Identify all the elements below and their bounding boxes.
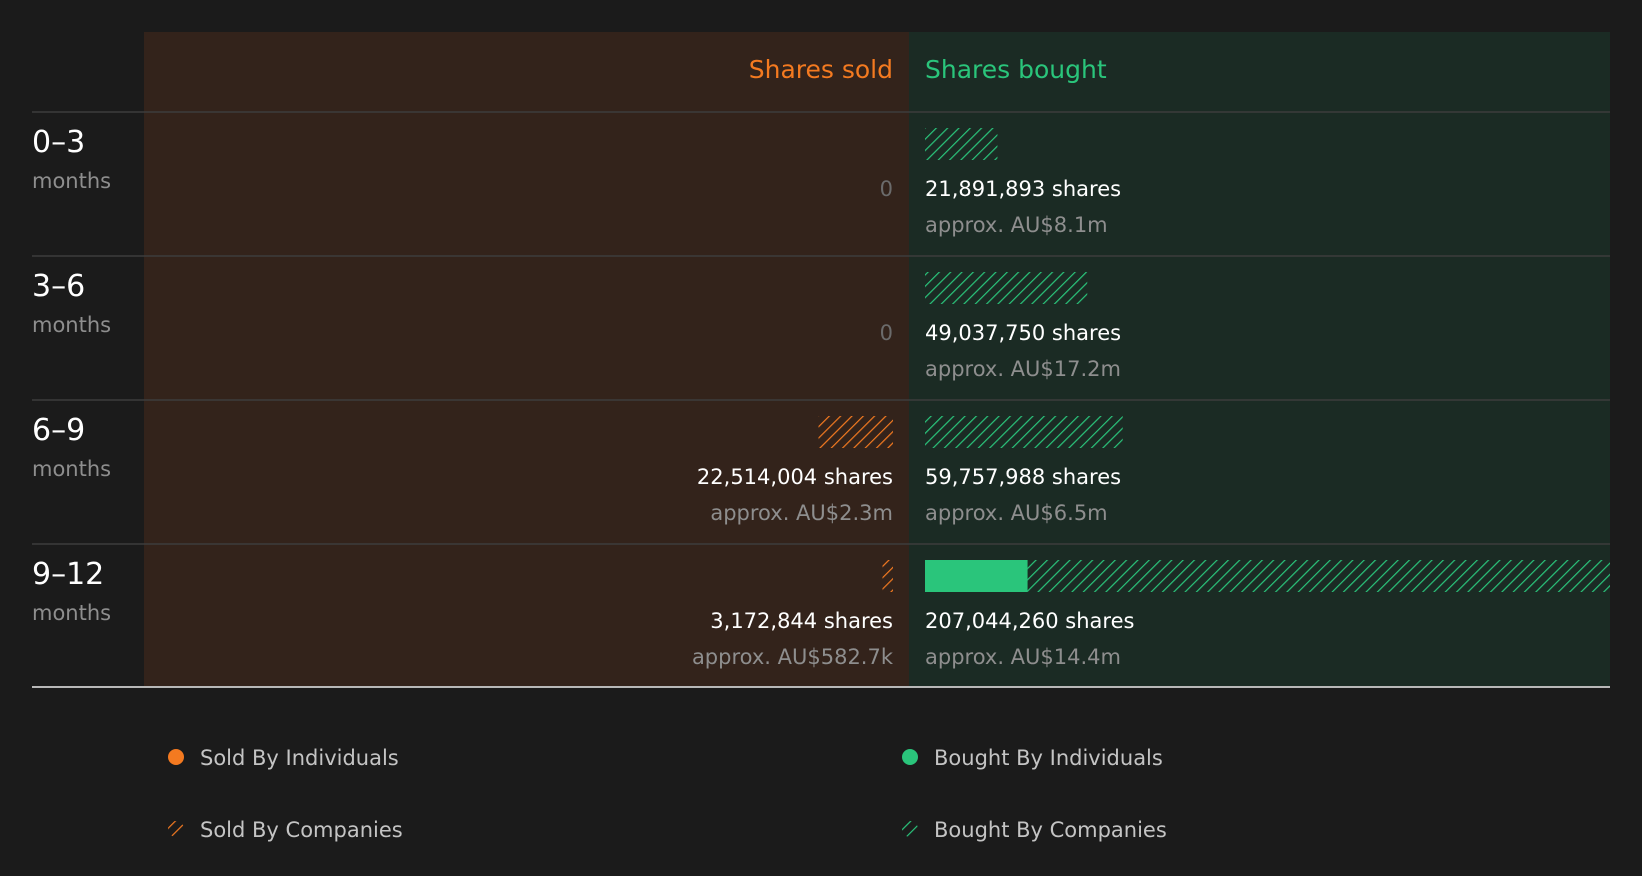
sold-shares-label: 3,172,844 shares: [710, 609, 893, 633]
period-label: 0–3: [32, 125, 85, 160]
legend-swatch-bought-individuals: [902, 749, 918, 765]
period-unit: months: [32, 601, 111, 625]
bought-shares-label: 49,037,750 shares: [925, 321, 1121, 345]
bought-shares-label: 207,044,260 shares: [925, 609, 1134, 633]
legend-swatch-bought-companies: [902, 821, 918, 837]
legend-label-sold-individuals: Sold By Individuals: [200, 746, 399, 770]
bought-header: Shares bought: [925, 55, 1107, 84]
legend-label-sold-companies: Sold By Companies: [200, 818, 403, 842]
sold-shares-label: 22,514,004 shares: [697, 465, 893, 489]
insider-trading-chart: Shares sold Shares bought 0–3 months 0 21,8…: [32, 32, 1610, 842]
period-unit: months: [32, 169, 111, 193]
bought-shares-label: 21,891,893 shares: [925, 177, 1121, 201]
legend-swatch-sold-companies: [168, 821, 184, 837]
legend-label-bought-individuals: Bought By Individuals: [934, 746, 1163, 770]
sold-value-label: approx. AU$582.7k: [692, 645, 894, 669]
bought-companies-bar: [925, 416, 1123, 448]
period-unit: months: [32, 313, 111, 337]
bought-individuals-bar: [925, 560, 1028, 592]
sold-header: Shares sold: [749, 55, 893, 84]
bought-companies-bar: [1027, 560, 1610, 592]
bought-value-label: approx. AU$8.1m: [925, 213, 1108, 237]
legend: Sold By Individuals Bought By Individuals…: [168, 746, 1167, 842]
bought-value-label: approx. AU$6.5m: [925, 501, 1108, 525]
legend-swatch-sold-individuals: [168, 749, 184, 765]
bought-value-label: approx. AU$17.2m: [925, 357, 1121, 381]
legend-label-bought-companies: Bought By Companies: [934, 818, 1167, 842]
period-label: 6–9: [32, 413, 85, 448]
bought-companies-bar: [925, 272, 1088, 304]
bought-companies-bar: [925, 128, 998, 160]
period-unit: months: [32, 457, 111, 481]
period-label: 9–12: [32, 557, 104, 592]
sold-shares-label: 0: [880, 177, 893, 201]
bought-shares-label: 59,757,988 shares: [925, 465, 1121, 489]
bought-value-label: approx. AU$14.4m: [925, 645, 1121, 669]
sold-panel: [144, 32, 909, 686]
sold-companies-bar: [882, 560, 893, 592]
sold-shares-label: 0: [880, 321, 893, 345]
sold-companies-bar: [818, 416, 893, 448]
period-label: 3–6: [32, 269, 85, 304]
sold-value-label: approx. AU$2.3m: [710, 501, 893, 525]
